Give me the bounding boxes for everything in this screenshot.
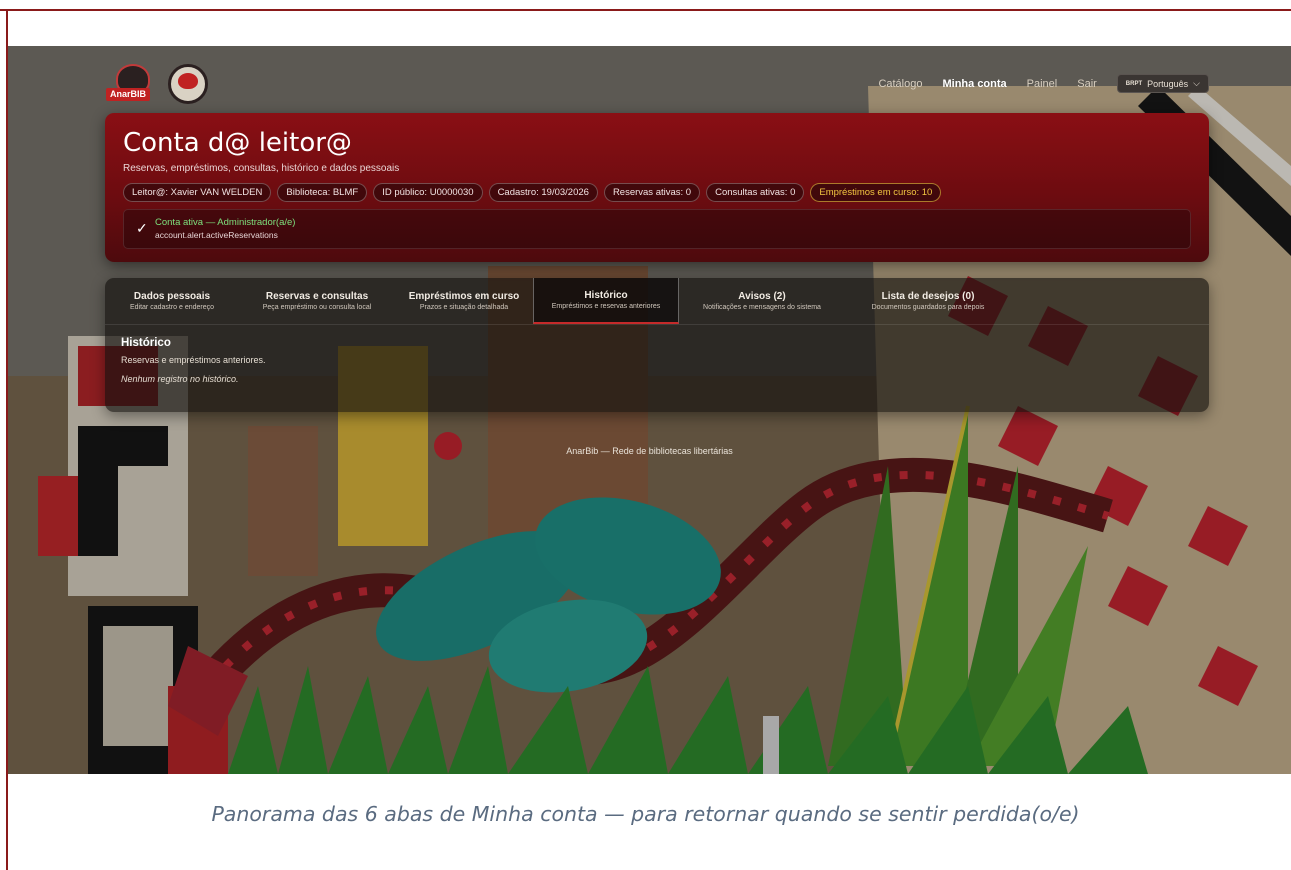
tab-description: Prazos e situação detalhada — [419, 304, 509, 311]
nav-catalog-link[interactable]: Catálogo — [878, 78, 922, 90]
chevron-down-icon: ⌵ — [1193, 78, 1200, 88]
tab-label: Avisos (2) — [738, 291, 786, 302]
reader-name-badge: Leitor@: Xavier VAN WELDEN — [123, 183, 272, 202]
tab-reservations[interactable]: Reservas e consultas Peça empréstimo ou … — [239, 278, 395, 324]
tab-description: Empréstimos e reservas anteriores — [551, 303, 661, 310]
account-status-text: Conta ativa — Administrador(a/e) — [155, 217, 296, 228]
figure-caption: Panorama das 6 abas de Minha conta — par… — [211, 802, 1080, 826]
tab-description: Peça empréstimo ou consulta local — [262, 304, 372, 311]
check-icon: ✓ — [136, 220, 148, 236]
page-subtitle: Reservas, empréstimos, consultas, histór… — [123, 163, 400, 174]
top-nav: Catálogo Minha conta Painel Sair BRPT Po… — [878, 74, 1209, 93]
history-section-description: Reservas e empréstimos anteriores. — [121, 355, 266, 365]
history-section-title: Histórico — [121, 337, 171, 349]
nav-panel-link[interactable]: Painel — [1027, 78, 1058, 90]
account-alert-key: account.alert.activeReservations — [155, 230, 278, 240]
tab-label: Dados pessoais — [133, 291, 211, 302]
frame-top-border — [0, 9, 1291, 11]
tab-wishlist[interactable]: Lista de desejos (0) Documentos guardado… — [845, 278, 1011, 324]
tab-notices[interactable]: Avisos (2) Notificações e mensagens do s… — [679, 278, 845, 324]
registration-date-badge: Cadastro: 19/03/2026 — [488, 183, 598, 202]
account-tabs-panel: Dados pessoais Editar cadastro e endereç… — [105, 278, 1209, 412]
tab-current-loans[interactable]: Empréstimos em curso Prazos e situação d… — [395, 278, 533, 324]
tab-description: Editar cadastro e endereço — [129, 304, 215, 311]
tab-label: Empréstimos em curso — [408, 291, 520, 302]
tab-label: Histórico — [584, 290, 628, 301]
tab-history[interactable]: Histórico Empréstimos e reservas anterio… — [533, 278, 679, 324]
tab-description: Notificações e mensagens do sistema — [703, 304, 821, 311]
logo-wordmark: AnarBIB — [106, 88, 150, 101]
language-select[interactable]: BRPT Português ⌵ — [1116, 74, 1209, 93]
active-reservations-badge: Reservas ativas: 0 — [603, 183, 701, 202]
page-title: Conta d@ leitor@ — [123, 128, 352, 158]
tab-label: Reservas e consultas — [265, 291, 369, 302]
app-screenshot: AnarBIB Catálogo Minha conta Painel Sair… — [8, 46, 1291, 774]
nav-logout-link[interactable]: Sair — [1077, 78, 1097, 90]
header-logos[interactable]: AnarBIB — [106, 64, 208, 104]
partner-logo[interactable] — [168, 64, 208, 104]
public-id-badge: ID público: U0000030 — [373, 183, 483, 202]
tab-label: Lista de desejos (0) — [881, 291, 975, 302]
account-status-alert: ✓ Conta ativa — Administrador(a/e) accou… — [123, 209, 1191, 249]
site-footer: AnarBib — Rede de bibliotecas libertária… — [566, 446, 733, 456]
tab-description: Documentos guardados para depois — [871, 304, 985, 311]
tab-personal-data[interactable]: Dados pessoais Editar cadastro e endereç… — [105, 278, 239, 324]
active-consultations-badge: Consultas ativas: 0 — [706, 183, 805, 202]
account-info-chips: Leitor@: Xavier VAN WELDEN Biblioteca: B… — [123, 183, 942, 202]
current-loans-badge: Empréstimos em curso: 10 — [810, 183, 942, 202]
language-flag: BRPT — [1125, 80, 1143, 87]
account-summary-card: Conta d@ leitor@ Reservas, empréstimos, … — [105, 113, 1209, 262]
language-label: Português — [1147, 78, 1189, 89]
history-empty-message: Nenhum registro no histórico. — [121, 374, 239, 384]
library-badge: Biblioteca: BLMF — [277, 183, 368, 202]
nav-my-account-link[interactable]: Minha conta — [942, 78, 1006, 90]
anarbib-logo[interactable]: AnarBIB — [106, 64, 158, 102]
account-tabs: Dados pessoais Editar cadastro e endereç… — [105, 278, 1209, 325]
